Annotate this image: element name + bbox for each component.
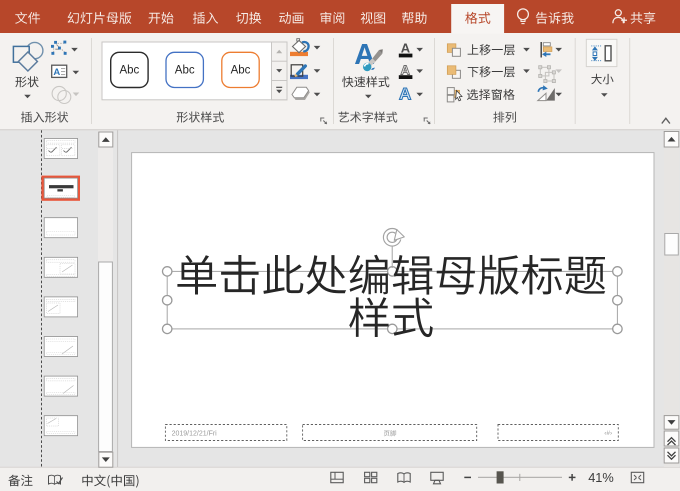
svg-text:Abc: Abc <box>175 65 195 77</box>
svg-text:41%: 41% <box>588 470 614 485</box>
svg-text:A: A <box>401 62 411 77</box>
svg-text:A: A <box>399 85 411 104</box>
svg-text:‹#›: ‹#› <box>604 430 612 437</box>
svg-text:A: A <box>401 41 411 56</box>
svg-text:Abc: Abc <box>119 65 139 77</box>
svg-text:A: A <box>53 67 60 78</box>
svg-text:Abc: Abc <box>231 65 251 77</box>
svg-text:2019/12/21/Fri: 2019/12/21/Fri <box>172 430 218 437</box>
